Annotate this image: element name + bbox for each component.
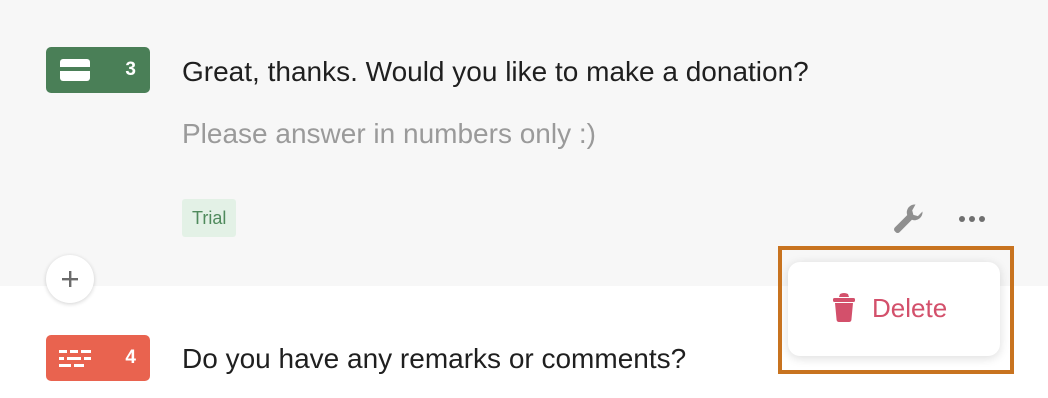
add-question-button[interactable] — [46, 255, 94, 303]
long-text-icon — [59, 350, 91, 367]
question-title[interactable]: Great, thanks. Would you like to make a … — [182, 55, 809, 89]
payment-card-icon — [60, 59, 90, 81]
highlight-annotation — [778, 246, 1014, 374]
question-number: 4 — [125, 347, 136, 368]
plus-icon — [62, 271, 78, 287]
more-options-icon[interactable] — [955, 202, 989, 236]
question-tag: Trial — [182, 199, 237, 237]
question-type-badge-payment[interactable]: 3 — [46, 47, 150, 93]
question-title[interactable]: Do you have any remarks or comments? — [182, 342, 686, 376]
question-number: 3 — [125, 59, 136, 80]
question-type-badge-long-text[interactable]: 4 — [46, 335, 150, 381]
wrench-icon[interactable] — [890, 201, 926, 237]
question-description[interactable]: Please answer in numbers only :) — [182, 117, 596, 151]
